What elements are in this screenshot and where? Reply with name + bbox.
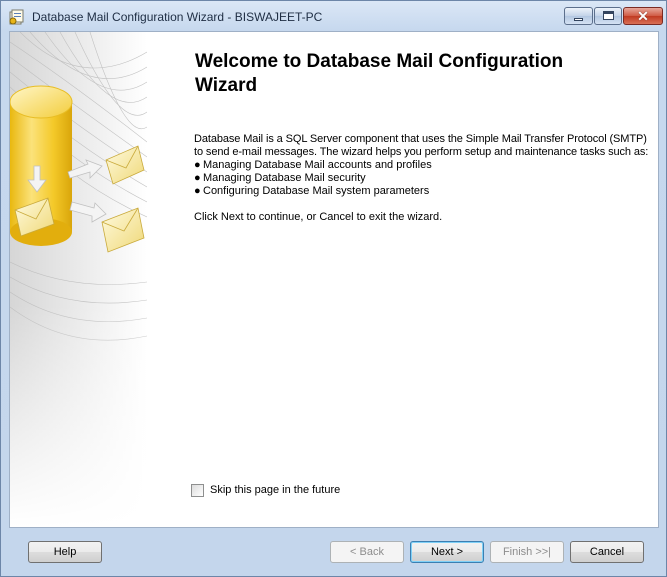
skip-page-checkbox[interactable] bbox=[191, 484, 204, 497]
close-window-button[interactable]: ✕ bbox=[623, 7, 663, 25]
minimize-icon bbox=[574, 18, 583, 21]
close-icon: ✕ bbox=[637, 8, 649, 24]
back-button[interactable]: < Back bbox=[330, 541, 404, 563]
title-bar[interactable]: Database Mail Configuration Wizard - BIS… bbox=[1, 1, 666, 31]
cancel-button[interactable]: Cancel bbox=[570, 541, 644, 563]
bullet-icon: ● bbox=[194, 159, 201, 171]
wizard-app-icon bbox=[9, 9, 24, 25]
bullet-icon: ● bbox=[194, 185, 201, 197]
list-item: ● Configuring Database Mail system parame… bbox=[194, 185, 430, 197]
bullet-icon: ● bbox=[194, 172, 201, 184]
maximize-icon bbox=[603, 11, 614, 20]
list-item: ● Managing Database Mail security bbox=[194, 172, 366, 184]
skip-page-label[interactable]: Skip this page in the future bbox=[210, 484, 340, 496]
next-button[interactable]: Next > bbox=[410, 541, 484, 563]
wizard-window: Database Mail Configuration Wizard - BIS… bbox=[0, 0, 667, 577]
window-title: Database Mail Configuration Wizard - BIS… bbox=[32, 10, 323, 24]
maximize-button[interactable] bbox=[594, 7, 622, 25]
description-text: Database Mail is a SQL Server component … bbox=[194, 133, 649, 158]
wizard-page: Welcome to Database Mail Configuration W… bbox=[9, 31, 659, 528]
list-item: ● Managing Database Mail accounts and pro… bbox=[194, 159, 432, 171]
page-title: Welcome to Database Mail Configuration W… bbox=[195, 51, 564, 96]
help-button[interactable]: Help bbox=[28, 541, 102, 563]
task-list: ● Managing Database Mail accounts and pro… bbox=[194, 159, 432, 198]
minimize-button[interactable] bbox=[564, 7, 593, 25]
continue-hint: Click Next to continue, or Cancel to exi… bbox=[194, 211, 443, 223]
finish-button[interactable]: Finish >>| bbox=[490, 541, 564, 563]
database-mail-illustration bbox=[10, 32, 147, 527]
